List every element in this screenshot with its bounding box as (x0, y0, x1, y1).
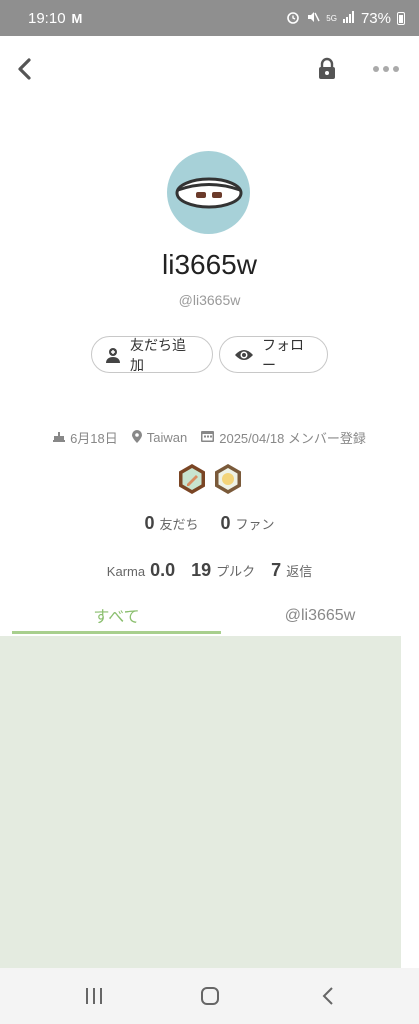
status-bar: 19:10 M 5G 73% (0, 0, 419, 36)
mail-icon: M (71, 10, 83, 26)
friends-stat[interactable]: 0 友だち (144, 513, 198, 534)
karma-label: Karma (106, 564, 146, 579)
user-handle: @li3665w (178, 292, 241, 308)
signal-icon (342, 10, 355, 26)
chevron-left-icon (18, 58, 31, 80)
more-options-button[interactable] (368, 54, 404, 84)
recent-apps-button[interactable] (74, 976, 114, 1016)
activity-stats: Karma 0.0 19 プルク 7 返信 (0, 560, 419, 581)
back-button[interactable] (10, 54, 40, 84)
display-name: li3665w (162, 249, 257, 280)
badges-row (0, 463, 419, 500)
joined-item: 2025/04/18 メンバー登録 (201, 428, 366, 447)
fans-label: ファン (235, 517, 275, 532)
profile-actions: 友だち追加 フォロー (0, 336, 419, 373)
tab-user-posts[interactable]: @li3665w (221, 598, 419, 634)
alarm-icon (286, 10, 300, 27)
timeline-content[interactable] (0, 636, 401, 968)
birthday-item: 6月18日 (53, 428, 118, 447)
add-friend-button[interactable]: 友だち追加 (91, 336, 213, 373)
badge-icon-pencil[interactable] (177, 463, 207, 500)
location-item: Taiwan (131, 429, 188, 446)
badge-icon-16[interactable] (213, 463, 243, 500)
top-bar (0, 36, 419, 106)
add-friend-label: 友だち追加 (130, 336, 186, 373)
home-icon (201, 987, 219, 1005)
tab-all[interactable]: すべて (12, 598, 221, 634)
status-time: 19:10 (28, 9, 66, 27)
friends-label: 友だち (159, 517, 199, 532)
fans-count: 0 (220, 513, 231, 533)
location-text: Taiwan (146, 430, 188, 445)
battery-percent: 73% (360, 9, 391, 27)
profile-tabs: すべて @li3665w (0, 598, 419, 636)
follow-label: フォロー (262, 336, 304, 373)
back-arrow-icon (322, 987, 333, 1005)
plurks-count: 19 (191, 560, 212, 580)
plurks-stat: 19 プルク (191, 560, 255, 581)
eye-icon (234, 348, 254, 362)
add-user-icon (106, 347, 122, 363)
lock-button[interactable] (313, 54, 341, 84)
status-icons: 5G 73% (286, 10, 405, 27)
karma-stat: Karma 0.0 (107, 560, 175, 581)
network-type: 5G (326, 13, 337, 23)
karma-value: 0.0 (150, 560, 176, 580)
friends-count: 0 (144, 513, 155, 533)
system-back-button[interactable] (308, 976, 348, 1016)
more-dots-icon (373, 66, 399, 72)
battery-icon (397, 11, 405, 25)
home-button[interactable] (190, 976, 230, 1016)
profile-meta: 6月18日 Taiwan 2025/04/18 メンバー登録 (0, 428, 419, 447)
birthday-text: 6月18日 (70, 431, 118, 446)
fans-stat[interactable]: 0 ファン (221, 513, 275, 534)
joined-text: 2025/04/18 メンバー登録 (219, 431, 366, 446)
plurks-label: プルク (216, 564, 256, 579)
replies-count: 7 (271, 560, 282, 580)
map-pin-icon (131, 429, 142, 446)
replies-label: 返信 (286, 564, 313, 579)
sleepy-eye-avatar-icon (175, 177, 242, 208)
system-nav-bar (0, 968, 419, 1024)
avatar[interactable] (167, 151, 250, 234)
cake-icon (53, 430, 66, 445)
mute-icon (306, 10, 320, 27)
replies-stat: 7 返信 (271, 560, 312, 581)
social-stats: 0 友だち 0 ファン (0, 513, 419, 534)
follow-button[interactable]: フォロー (219, 336, 328, 373)
recent-apps-icon (86, 988, 102, 1004)
calendar-icon (201, 430, 215, 445)
lock-icon (319, 57, 335, 79)
